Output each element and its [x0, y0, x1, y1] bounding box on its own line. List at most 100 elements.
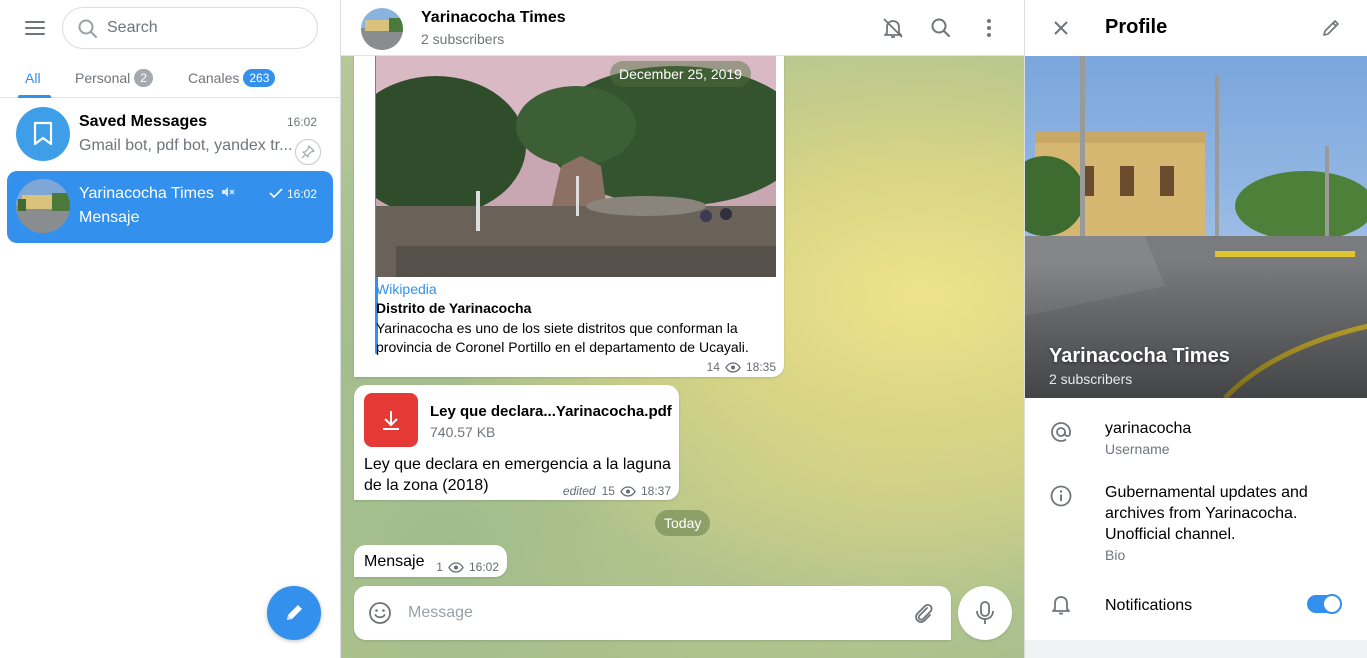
folder-tabs: All Personal 2 Canales 263: [0, 58, 341, 98]
message-meta: 14 18:35: [707, 360, 776, 374]
new-message-button[interactable]: [267, 586, 321, 640]
channel-avatar[interactable]: [361, 8, 403, 50]
profile-title: Profile: [1105, 16, 1168, 38]
username-label: Username: [1105, 441, 1170, 457]
chat-item-saved-messages[interactable]: Saved Messages 16:02 Gmail bot, pdf bot,…: [7, 99, 333, 171]
voice-record-button[interactable]: [958, 586, 1012, 640]
edited-label: edited: [562, 484, 596, 498]
unread-badge: 263: [243, 69, 276, 87]
chat-time: 16:02: [286, 115, 317, 129]
search-icon: [78, 19, 97, 38]
link-site-name[interactable]: Wikipedia: [376, 281, 437, 297]
close-profile-button[interactable]: [1041, 8, 1081, 48]
close-icon: [1054, 21, 1068, 35]
username-row[interactable]: yarinacocha Username: [1025, 410, 1367, 468]
view-count: 14: [706, 360, 720, 374]
channel-title: Yarinacocha Times: [421, 9, 566, 26]
message-text: Mensaje: [364, 553, 425, 570]
link-preview-message[interactable]: December 25, 2019 Wikipedia Distrito de …: [354, 40, 784, 377]
view-count: 1: [436, 560, 443, 574]
avatar: [16, 107, 70, 161]
pencil-icon: [1323, 20, 1339, 36]
mute-button[interactable]: [873, 8, 913, 48]
attach-button[interactable]: [911, 601, 935, 625]
bio-label: Bio: [1105, 547, 1126, 563]
toggle-knob: [1322, 594, 1342, 614]
message-input[interactable]: [408, 586, 898, 640]
chat-title: Saved Messages: [79, 113, 208, 130]
chat-preview: Gmail bot, pdf bot, yandex tr...: [79, 137, 293, 154]
link-description: Yarinacocha es uno de los siete distrito…: [376, 320, 749, 355]
section-divider: [1025, 640, 1367, 658]
message-time: 18:35: [745, 360, 776, 374]
eye-icon: [725, 361, 741, 373]
view-count: 15: [601, 484, 615, 498]
file-download-button[interactable]: [364, 393, 418, 447]
chat-preview: Mensaje: [79, 209, 140, 226]
chat-item-yarinacocha-times[interactable]: Yarinacocha Times 16:02 Mensaje: [7, 171, 333, 243]
tab-canales[interactable]: Canales 263: [188, 58, 276, 98]
tab-all[interactable]: All: [25, 58, 41, 98]
search-input[interactable]: [107, 8, 307, 48]
date-overlay: December 25, 2019: [610, 61, 751, 87]
file-name[interactable]: Ley que declara...Yarinacocha.pdf: [430, 403, 672, 420]
eye-icon: [448, 561, 464, 573]
pencil-icon: [287, 605, 302, 620]
menu-button[interactable]: [15, 8, 55, 48]
microphone-icon: [976, 601, 994, 624]
notifications-toggle[interactable]: [1307, 594, 1342, 614]
message-meta: edited 15 18:37: [563, 484, 671, 498]
link-preview-image[interactable]: December 25, 2019: [376, 56, 776, 277]
bell-off-icon: [883, 18, 903, 38]
file-message[interactable]: Ley que declara...Yarinacocha.pdf 740.57…: [354, 385, 679, 500]
avatar: [16, 179, 70, 233]
chat-header[interactable]: Yarinacocha Times 2 subscribers: [341, 0, 1024, 56]
link-title: Distrito de Yarinacocha: [376, 300, 532, 316]
tab-personal[interactable]: Personal 2: [75, 58, 153, 98]
eye-icon: [620, 485, 636, 497]
active-tab-indicator: [18, 95, 51, 98]
bio-value: Gubernamental updates and archives from …: [1105, 484, 1308, 543]
download-icon: [383, 411, 399, 430]
info-icon: [1047, 482, 1075, 510]
message-meta: 1 16:02: [436, 560, 499, 574]
notifications-label: Notifications: [1105, 597, 1193, 614]
paperclip-icon: [915, 603, 933, 623]
unread-badge: 2: [134, 69, 153, 87]
check-icon: [269, 188, 283, 199]
chat-list-sidebar: All Personal 2 Canales 263 Saved Message…: [0, 0, 341, 658]
channel-subscribers: 2 subscribers: [421, 31, 505, 47]
edit-button[interactable]: [1311, 8, 1351, 48]
tab-label: Personal: [75, 70, 131, 86]
bio-row[interactable]: Gubernamental updates and archives from …: [1025, 474, 1367, 566]
sidebar-header: [0, 0, 341, 56]
profile-subscribers: 2 subscribers: [1049, 371, 1133, 387]
search-button[interactable]: [921, 8, 961, 48]
text-message[interactable]: Mensaje 1 16:02: [354, 545, 507, 577]
chat-time: 16:02: [269, 187, 317, 201]
more-button[interactable]: [969, 8, 1009, 48]
bookmark-icon: [33, 121, 53, 146]
message-composer: [354, 586, 951, 640]
chat-area: Yarinacocha Times 2 subscribers December…: [341, 0, 1024, 658]
at-icon: [1047, 418, 1075, 446]
chat-title: Yarinacocha Times: [79, 185, 235, 203]
tab-label: Canales: [188, 70, 240, 86]
profile-photo[interactable]: Yarinacocha Times 2 subscribers: [1025, 56, 1367, 398]
pin-icon: [295, 139, 321, 165]
search-icon: [931, 18, 950, 37]
emoji-button[interactable]: [368, 601, 392, 625]
tab-label: All: [25, 70, 41, 86]
date-separator: Today: [655, 510, 711, 536]
message-time: 18:37: [640, 484, 671, 498]
hamburger-icon: [25, 21, 45, 35]
profile-panel: Profile Yarinacocha Times 2 subscribers …: [1024, 0, 1367, 658]
smile-icon: [369, 602, 391, 624]
more-vertical-icon: [987, 19, 991, 37]
bell-icon: [1047, 590, 1075, 618]
muted-icon: [222, 187, 235, 197]
search-box[interactable]: [62, 7, 318, 49]
message-time: 16:02: [468, 560, 499, 574]
username-value: yarinacocha: [1105, 420, 1192, 437]
file-size: 740.57 KB: [430, 424, 496, 440]
